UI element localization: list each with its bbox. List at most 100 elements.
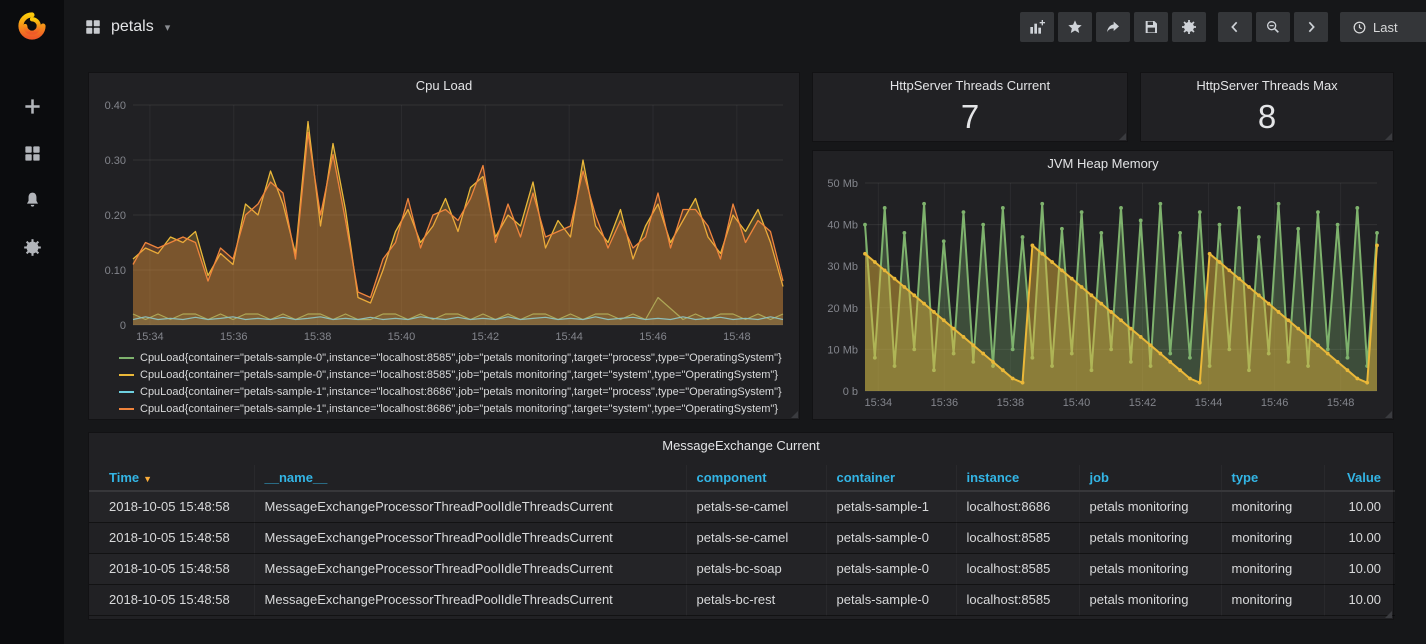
svg-text:15:34: 15:34 [865, 397, 893, 409]
apps-icon [84, 18, 102, 36]
legend-series-color [119, 374, 134, 376]
svg-text:0.20: 0.20 [105, 210, 126, 222]
svg-text:15:36: 15:36 [220, 331, 248, 343]
chevron-down-icon: ▾ [165, 21, 171, 34]
table-cell: monitoring [1221, 553, 1324, 584]
resize-handle[interactable] [791, 411, 798, 418]
column-header-__name__[interactable]: __name__ [254, 465, 686, 491]
messageexchange-table: Time▼__name__componentcontainerinstancej… [89, 465, 1395, 616]
sidebar-item-configuration[interactable] [12, 236, 52, 258]
legend-item[interactable]: CpuLoad{container="petals-sample-1",inst… [119, 383, 791, 400]
dashboard-settings-button[interactable] [1172, 12, 1206, 42]
resize-handle[interactable] [1119, 133, 1126, 140]
table-cell: petals-sample-0 [826, 584, 956, 615]
stat-value: 8 [1141, 99, 1393, 135]
cpu-legend: CpuLoad{container="petals-sample-0",inst… [119, 349, 791, 417]
share-icon [1105, 19, 1121, 35]
time-shift-forward-button[interactable] [1294, 12, 1328, 42]
svg-text:15:48: 15:48 [723, 331, 751, 343]
svg-text:15:46: 15:46 [639, 331, 667, 343]
legend-item[interactable]: CpuLoad{container="petals-sample-0",inst… [119, 366, 791, 383]
panel-httpserver-threads-max: HttpServer Threads Max 8 [1140, 72, 1394, 142]
table-cell: 10.00 [1324, 491, 1395, 522]
save-button[interactable] [1134, 12, 1168, 42]
table-cell: monitoring [1221, 584, 1324, 615]
svg-text:15:46: 15:46 [1261, 397, 1289, 409]
gear-icon [1181, 19, 1197, 35]
table-cell: monitoring [1221, 522, 1324, 553]
zoom-out-icon [1265, 19, 1281, 35]
chevron-right-icon [1303, 19, 1319, 35]
navbar: petals ▾ [64, 0, 1426, 54]
panel-title[interactable]: MessageExchange Current [89, 433, 1393, 459]
sidebar-item-create[interactable] [12, 95, 52, 117]
zoom-out-button[interactable] [1256, 12, 1290, 42]
table-cell: petals monitoring [1079, 491, 1221, 522]
svg-text:15:38: 15:38 [997, 397, 1025, 409]
column-header-Time[interactable]: Time▼ [89, 465, 254, 491]
svg-text:15:40: 15:40 [388, 331, 416, 343]
jvm-heap-chart[interactable]: 0 b10 Mb20 Mb30 Mb40 Mb50 Mb15:3415:3615… [821, 177, 1385, 411]
column-header-job[interactable]: job [1079, 465, 1221, 491]
svg-text:10 Mb: 10 Mb [827, 344, 858, 356]
svg-text:15:38: 15:38 [304, 331, 332, 343]
table-cell: petals-se-camel [686, 491, 826, 522]
table-cell: 2018-10-05 15:48:58 [89, 584, 254, 615]
chevron-left-icon [1227, 19, 1243, 35]
legend-item[interactable]: CpuLoad{container="petals-sample-1",inst… [119, 400, 791, 417]
resize-handle[interactable] [1385, 411, 1392, 418]
table-cell: 10.00 [1324, 522, 1395, 553]
save-icon [1143, 19, 1159, 35]
svg-text:0.40: 0.40 [105, 100, 126, 112]
plus-icon [23, 97, 42, 116]
svg-text:15:42: 15:42 [1129, 397, 1157, 409]
resize-handle[interactable] [1385, 611, 1392, 618]
svg-text:0.30: 0.30 [105, 155, 126, 167]
cpu-chart-svg: 00.100.200.300.4015:3415:3615:3815:4015:… [97, 99, 791, 345]
legend-series-label: CpuLoad{container="petals-sample-0",inst… [140, 369, 778, 381]
panel-title[interactable]: JVM Heap Memory [813, 151, 1393, 177]
column-header-type[interactable]: type [1221, 465, 1324, 491]
table-cell: 2018-10-05 15:48:58 [89, 553, 254, 584]
panel-messageexchange-table: MessageExchange Current Time▼__name__com… [88, 432, 1394, 620]
cpu-load-chart[interactable]: 00.100.200.300.4015:3415:3615:3815:4015:… [97, 99, 791, 345]
grafana-logo-icon[interactable] [15, 9, 49, 43]
table-cell: petals monitoring [1079, 522, 1221, 553]
legend-series-label: CpuLoad{container="petals-sample-0",inst… [140, 352, 782, 364]
panel-cpu-load: Cpu Load 00.100.200.300.4015:3415:3615:3… [88, 72, 800, 420]
bell-icon [23, 191, 42, 210]
table-cell: 10.00 [1324, 553, 1395, 584]
share-button[interactable] [1096, 12, 1130, 42]
table-cell: 2018-10-05 15:48:58 [89, 491, 254, 522]
table-cell: petals-se-camel [686, 522, 826, 553]
table-row: 2018-10-05 15:48:58MessageExchangeProces… [89, 553, 1395, 584]
table-cell: MessageExchangeProcessorThreadPoolIdleTh… [254, 553, 686, 584]
legend-item[interactable]: CpuLoad{container="petals-sample-0",inst… [119, 349, 791, 366]
svg-text:40 Mb: 40 Mb [827, 220, 858, 232]
column-header-Value[interactable]: Value [1324, 465, 1395, 491]
table-cell: MessageExchangeProcessorThreadPoolIdleTh… [254, 584, 686, 615]
column-header-container[interactable]: container [826, 465, 956, 491]
time-picker-button[interactable]: Last [1340, 12, 1426, 42]
dashboard-title-dropdown[interactable]: petals ▾ [84, 18, 170, 36]
table-cell: petals-bc-rest [686, 584, 826, 615]
star-button[interactable] [1058, 12, 1092, 42]
sidebar-item-alerting[interactable] [12, 189, 52, 211]
time-shift-back-button[interactable] [1218, 12, 1252, 42]
table-row: 2018-10-05 15:48:58MessageExchangeProces… [89, 584, 1395, 615]
table-cell: petals-sample-0 [826, 553, 956, 584]
svg-text:50 Mb: 50 Mb [827, 178, 858, 190]
column-header-component[interactable]: component [686, 465, 826, 491]
svg-text:15:44: 15:44 [555, 331, 583, 343]
panel-title[interactable]: HttpServer Threads Current [813, 73, 1127, 99]
add-panel-button[interactable] [1020, 12, 1054, 42]
stat-value: 7 [813, 99, 1127, 135]
apps-icon [23, 144, 42, 163]
panel-title[interactable]: Cpu Load [89, 73, 799, 99]
resize-handle[interactable] [1385, 133, 1392, 140]
sidebar-item-dashboards[interactable] [12, 142, 52, 164]
panel-title[interactable]: HttpServer Threads Max [1141, 73, 1393, 99]
column-header-instance[interactable]: instance [956, 465, 1079, 491]
star-icon [1067, 19, 1083, 35]
svg-text:30 Mb: 30 Mb [827, 261, 858, 273]
